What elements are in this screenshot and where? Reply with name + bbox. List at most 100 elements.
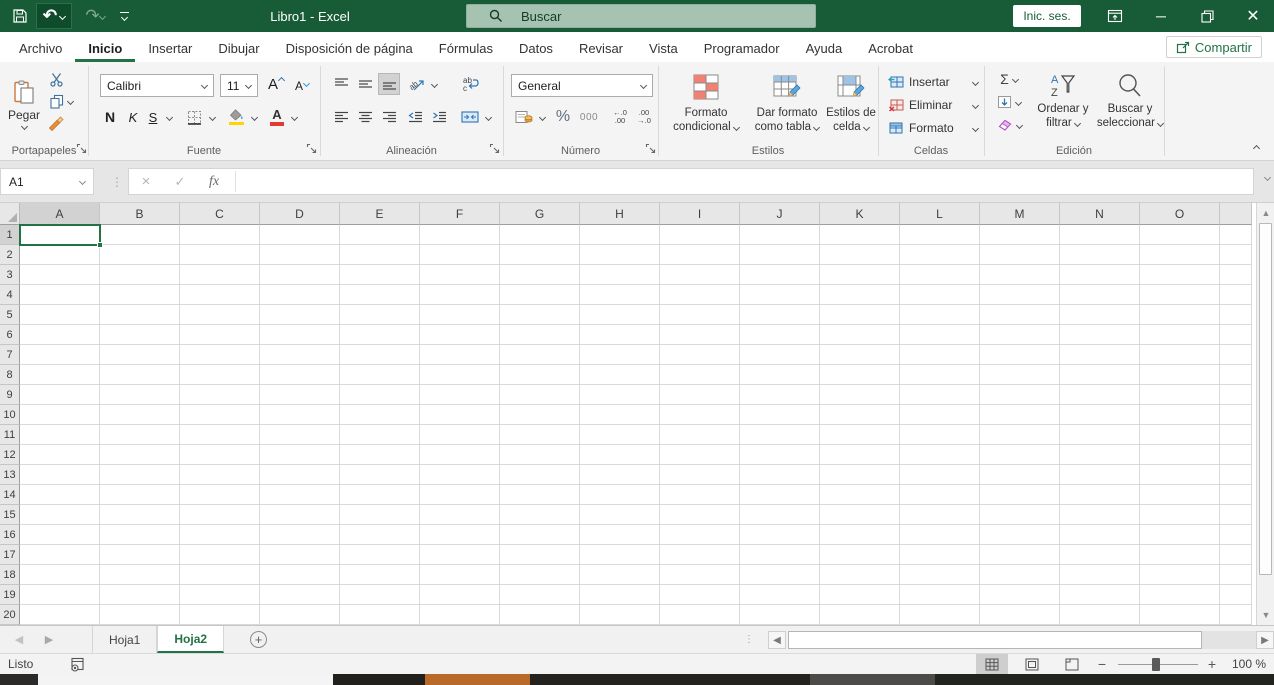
align-bottom-button[interactable] [378, 73, 400, 95]
cell-J11[interactable] [740, 425, 820, 445]
cell-B10[interactable] [100, 405, 180, 425]
align-right-button[interactable] [378, 106, 400, 128]
cell-M11[interactable] [980, 425, 1060, 445]
number-format-combo[interactable]: General [511, 74, 653, 97]
cell-D3[interactable] [260, 265, 340, 285]
cell-B14[interactable] [100, 485, 180, 505]
cell-B4[interactable] [100, 285, 180, 305]
cell-M19[interactable] [980, 585, 1060, 605]
cell-J2[interactable] [740, 245, 820, 265]
cell-H15[interactable] [580, 505, 660, 525]
cell-F12[interactable] [420, 445, 500, 465]
cell-B2[interactable] [100, 245, 180, 265]
row-header-8[interactable]: 8 [0, 365, 20, 385]
cell-E14[interactable] [340, 485, 420, 505]
cell-partial-20[interactable] [1220, 605, 1252, 625]
cell-K13[interactable] [820, 465, 900, 485]
search-box[interactable]: Buscar [466, 4, 816, 28]
cell-C14[interactable] [180, 485, 260, 505]
cell-I18[interactable] [660, 565, 740, 585]
accounting-format-button[interactable] [512, 106, 536, 128]
cell-F9[interactable] [420, 385, 500, 405]
cell-A13[interactable] [20, 465, 100, 485]
cell-C8[interactable] [180, 365, 260, 385]
cell-G17[interactable] [500, 545, 580, 565]
cell-L15[interactable] [900, 505, 980, 525]
cell-B15[interactable] [100, 505, 180, 525]
cell-O8[interactable] [1140, 365, 1220, 385]
cell-I2[interactable] [660, 245, 740, 265]
cell-M8[interactable] [980, 365, 1060, 385]
italic-button[interactable]: K [124, 106, 142, 128]
cell-C2[interactable] [180, 245, 260, 265]
cell-O20[interactable] [1140, 605, 1220, 625]
cell-F10[interactable] [420, 405, 500, 425]
cell-G11[interactable] [500, 425, 580, 445]
cell-partial-12[interactable] [1220, 445, 1252, 465]
clear-button[interactable] [992, 116, 1026, 134]
cell-M20[interactable] [980, 605, 1060, 625]
cell-N1[interactable] [1060, 225, 1140, 245]
merge-center-options-button[interactable] [482, 106, 495, 128]
row-header-16[interactable]: 16 [0, 525, 20, 545]
cell-I5[interactable] [660, 305, 740, 325]
format-cells-button[interactable]: Formato [888, 118, 980, 138]
insert-function-button[interactable]: fx [197, 174, 231, 190]
conditional-formatting-button[interactable]: Formato condicional [664, 68, 748, 152]
align-top-button[interactable] [330, 73, 352, 95]
cell-D17[interactable] [260, 545, 340, 565]
cell-L20[interactable] [900, 605, 980, 625]
align-left-button[interactable] [330, 106, 352, 128]
zoom-slider-handle[interactable] [1152, 658, 1160, 671]
cell-L9[interactable] [900, 385, 980, 405]
cell-J9[interactable] [740, 385, 820, 405]
wrap-text-button[interactable]: ab c [458, 73, 482, 95]
cell-partial-15[interactable] [1220, 505, 1252, 525]
cell-partial-6[interactable] [1220, 325, 1252, 345]
cell-F19[interactable] [420, 585, 500, 605]
cell-M10[interactable] [980, 405, 1060, 425]
cell-H16[interactable] [580, 525, 660, 545]
cell-K7[interactable] [820, 345, 900, 365]
cell-E17[interactable] [340, 545, 420, 565]
cell-A8[interactable] [20, 365, 100, 385]
cell-G5[interactable] [500, 305, 580, 325]
cell-A2[interactable] [20, 245, 100, 265]
tab-revisar[interactable]: Revisar [566, 34, 636, 62]
cell-partial-18[interactable] [1220, 565, 1252, 585]
cell-N9[interactable] [1060, 385, 1140, 405]
cell-C20[interactable] [180, 605, 260, 625]
cell-G9[interactable] [500, 385, 580, 405]
cell-J1[interactable] [740, 225, 820, 245]
column-header-K[interactable]: K [820, 203, 900, 225]
cell-D14[interactable] [260, 485, 340, 505]
restore-button[interactable] [1190, 0, 1224, 32]
cell-partial-7[interactable] [1220, 345, 1252, 365]
cell-G2[interactable] [500, 245, 580, 265]
select-all-corner[interactable] [0, 203, 20, 225]
cell-M9[interactable] [980, 385, 1060, 405]
cell-H4[interactable] [580, 285, 660, 305]
cell-F15[interactable] [420, 505, 500, 525]
cell-H18[interactable] [580, 565, 660, 585]
cell-A4[interactable] [20, 285, 100, 305]
vertical-scrollbar[interactable]: ▲ ▼ [1256, 203, 1274, 625]
paste-button[interactable]: Pegar [4, 68, 44, 140]
new-sheet-button[interactable]: + [250, 631, 268, 648]
cell-C9[interactable] [180, 385, 260, 405]
cell-O6[interactable] [1140, 325, 1220, 345]
cell-O10[interactable] [1140, 405, 1220, 425]
cell-C11[interactable] [180, 425, 260, 445]
cell-partial-17[interactable] [1220, 545, 1252, 565]
cell-styles-button[interactable]: Estilos de celda [824, 68, 878, 152]
cell-O14[interactable] [1140, 485, 1220, 505]
cell-N12[interactable] [1060, 445, 1140, 465]
cell-F16[interactable] [420, 525, 500, 545]
cell-D5[interactable] [260, 305, 340, 325]
cell-F13[interactable] [420, 465, 500, 485]
cell-D12[interactable] [260, 445, 340, 465]
horizontal-scrollbar[interactable]: ⋮ ◀ ▶ [744, 627, 1274, 653]
cell-M2[interactable] [980, 245, 1060, 265]
row-header-10[interactable]: 10 [0, 405, 20, 425]
cell-K16[interactable] [820, 525, 900, 545]
